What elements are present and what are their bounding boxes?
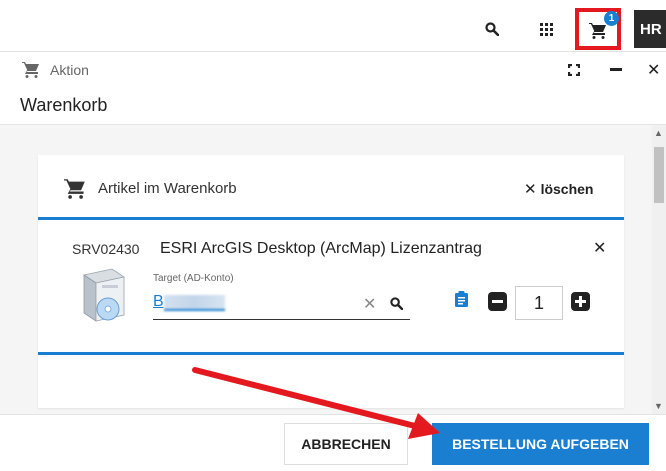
remove-item-icon[interactable]: ✕ <box>593 238 606 258</box>
action-label: Aktion <box>50 62 89 78</box>
increase-quantity-button[interactable] <box>571 292 590 311</box>
apps-grid-icon[interactable] <box>535 18 557 40</box>
minus-icon <box>492 300 503 303</box>
item-sku: SRV02430 <box>72 241 140 257</box>
cart-icon <box>22 62 40 83</box>
maximize-icon[interactable] <box>567 63 581 81</box>
scroll-down-icon[interactable]: ▼ <box>654 401 663 411</box>
place-order-button[interactable]: BESTELLUNG AUFGEBEN <box>432 423 649 465</box>
close-icon[interactable]: ✕ <box>647 60 660 80</box>
page-title: Warenkorb <box>20 95 108 115</box>
user-avatar[interactable]: HR <box>634 10 666 48</box>
delete-all-label: löschen <box>540 181 594 197</box>
accent-rule <box>38 217 624 220</box>
quantity-input[interactable]: 1 <box>515 286 563 320</box>
decrease-quantity-button[interactable] <box>488 292 507 311</box>
redacted-value <box>164 295 225 311</box>
minimize-icon[interactable] <box>610 68 622 71</box>
close-icon: ✕ <box>524 181 537 198</box>
scroll-thumb[interactable] <box>654 147 664 203</box>
divider <box>0 51 666 52</box>
plus-icon-vertical <box>579 296 582 307</box>
clipboard-icon[interactable] <box>455 291 468 312</box>
search-icon[interactable] <box>481 18 503 40</box>
scroll-up-icon[interactable]: ▲ <box>654 128 663 138</box>
cart-heading: Artikel im Warenkorb <box>98 180 237 197</box>
cart-icon <box>64 179 86 204</box>
cart-count-badge: 1 <box>604 11 619 26</box>
item-name: ESRI ArcGIS Desktop (ArcMap) Lizenzantra… <box>160 240 482 257</box>
accent-rule <box>38 352 624 355</box>
delete-all-button[interactable]: ✕ löschen <box>524 180 593 198</box>
target-field-label: Target (AD-Konto) <box>153 273 234 284</box>
product-box-icon <box>78 265 128 330</box>
search-icon[interactable] <box>390 297 404 315</box>
clear-field-icon[interactable]: ✕ <box>363 294 376 314</box>
annotation-arrow <box>192 367 440 439</box>
target-account-value: B <box>153 293 164 310</box>
top-bar <box>0 0 666 50</box>
